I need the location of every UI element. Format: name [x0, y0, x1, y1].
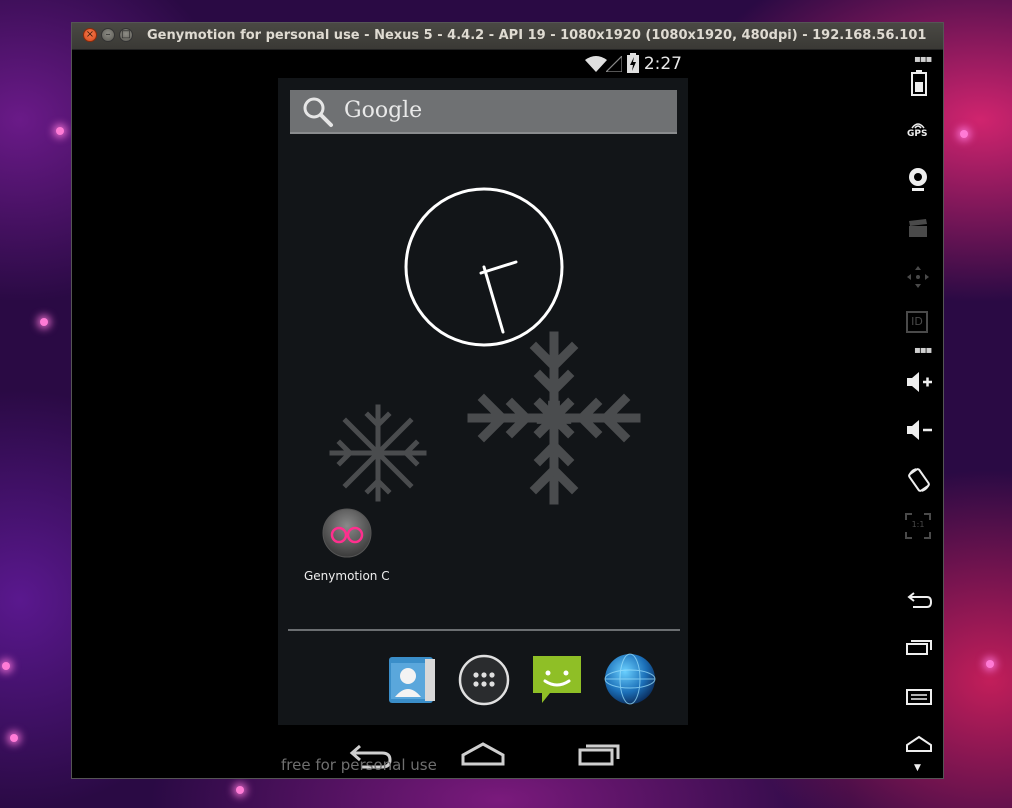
window-close-button[interactable]: ×: [83, 28, 97, 42]
sidebar-home-icon[interactable]: [905, 735, 933, 753]
scale-label: 1:1: [911, 520, 925, 529]
bg-light-dot: [56, 127, 64, 135]
device-id-button[interactable]: ID: [906, 311, 928, 333]
sidebar-menu-icon[interactable]: [905, 687, 933, 705]
analog-clock-widget[interactable]: [403, 186, 565, 348]
browser-globe-icon[interactable]: [604, 653, 656, 705]
window-titlebar[interactable]: × – □ Genymotion for personal use - Nexu…: [72, 23, 943, 50]
gps-signal-icon: [911, 123, 925, 129]
snowflake-wallpaper-small: [329, 404, 427, 502]
bg-light-dot: [2, 662, 10, 670]
dpad-icon[interactable]: [906, 265, 930, 289]
gps-button[interactable]: GPS: [904, 119, 932, 141]
messaging-icon[interactable]: [530, 653, 584, 707]
recents-nav-button[interactable]: [578, 741, 620, 767]
volume-down-icon[interactable]: [905, 419, 933, 441]
window-title: Genymotion for personal use - Nexus 5 - …: [147, 28, 927, 43]
volume-up-icon[interactable]: [905, 371, 933, 393]
wifi-icon: [585, 56, 607, 72]
device-id-label: ID: [911, 315, 923, 328]
sidebar-back-icon[interactable]: [905, 591, 933, 609]
gps-label: GPS: [907, 129, 928, 139]
scale-one-to-one-button[interactable]: 1:1: [905, 513, 931, 539]
bg-light-dot: [40, 318, 48, 326]
emulator-window: × – □ Genymotion for personal use - Nexu…: [71, 22, 944, 779]
sidebar-grip-middle: ▪▪▪: [914, 345, 932, 356]
window-maximize-button[interactable]: □: [119, 28, 133, 42]
screencast-clapper-icon[interactable]: [908, 218, 928, 238]
genymotion-app-label: Genymotion C: [304, 569, 390, 583]
maximize-icon: □: [121, 29, 131, 40]
genymotion-app-icon: [322, 508, 372, 558]
app-drawer-icon[interactable]: [458, 654, 510, 706]
webcam-icon[interactable]: [907, 167, 929, 193]
search-placeholder: Google: [344, 98, 423, 123]
minimize-icon: –: [105, 29, 111, 40]
rotate-screen-icon[interactable]: [906, 467, 932, 493]
android-status-bar: 2:27: [278, 51, 688, 78]
google-search-bar[interactable]: Google: [290, 90, 677, 134]
contacts-icon[interactable]: [385, 653, 437, 705]
personal-use-watermark: free for personal use: [281, 756, 437, 774]
bg-light-dot: [10, 734, 18, 742]
home-nav-button[interactable]: [460, 741, 506, 767]
bg-light-dot: [986, 660, 994, 668]
android-home-screen: Google Genymotion C: [278, 78, 688, 725]
close-icon: ×: [85, 29, 95, 40]
bg-light-dot: [960, 130, 968, 138]
battery-charging-icon: [627, 53, 639, 73]
search-icon: [303, 97, 333, 127]
bg-light-dot: [236, 786, 244, 794]
sidebar-recents-icon[interactable]: [905, 638, 933, 656]
window-minimize-button[interactable]: –: [101, 28, 115, 42]
dock-divider: [288, 629, 680, 631]
battery-icon[interactable]: [910, 70, 928, 96]
snowflake-wallpaper-large: [467, 331, 641, 505]
sidebar-grip-top: ▪▪▪: [914, 54, 932, 65]
sidebar-scroll-down-icon[interactable]: ▼: [914, 763, 921, 773]
status-time: 2:27: [643, 54, 682, 74]
signal-icon: [606, 56, 622, 72]
